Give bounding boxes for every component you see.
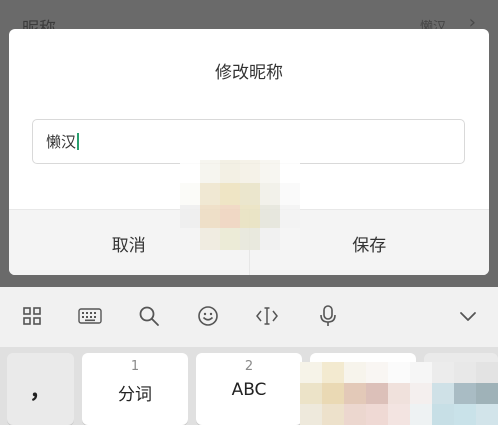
key-number: 2 [244, 359, 254, 374]
nickname-input-value: 懒汉 [46, 133, 80, 151]
keyboard-toolbar [0, 287, 498, 345]
key-label: ， [29, 379, 52, 404]
key-number: 1 [130, 359, 140, 374]
grid-icon[interactable] [16, 300, 48, 332]
search-icon[interactable] [133, 300, 165, 332]
key-comma[interactable]: ， [7, 353, 74, 425]
key-1-segment[interactable]: 1 分词 [82, 353, 188, 425]
pixelation-overlay-keyboard [300, 362, 498, 425]
dialog-title: 修改昵称 [215, 63, 283, 83]
chevron-down-icon[interactable] [452, 300, 484, 332]
key-2-abc[interactable]: 2 ABC [196, 353, 302, 425]
key-label: ABC [231, 380, 267, 400]
key-label: 分词 [118, 385, 152, 405]
keyboard-icon[interactable] [74, 300, 106, 332]
emoji-icon[interactable] [192, 300, 224, 332]
text-caret [77, 133, 80, 150]
microphone-icon[interactable] [312, 300, 344, 332]
pixelation-overlay [180, 160, 300, 250]
nickname-input[interactable]: 懒汉 [32, 119, 465, 164]
cursor-icon[interactable] [251, 300, 283, 332]
